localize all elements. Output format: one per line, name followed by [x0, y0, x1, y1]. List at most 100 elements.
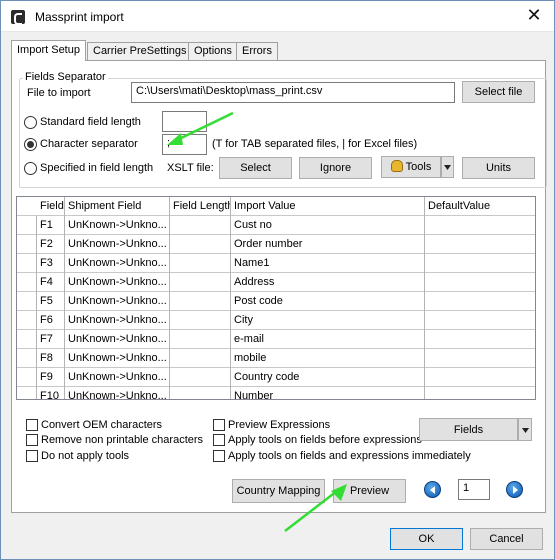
next-page-button[interactable] — [506, 481, 523, 498]
table-cell-shipment[interactable]: UnKnown->Unkno... — [65, 330, 170, 349]
field-mapping-grid[interactable]: Field Shipment Field Field Length Import… — [16, 196, 536, 400]
table-cell-length[interactable] — [170, 368, 231, 387]
table-cell-field[interactable]: F2 — [37, 235, 65, 254]
column-header-field-length[interactable]: Field Length — [170, 197, 231, 216]
character-separator-input[interactable]: ; — [162, 134, 207, 155]
table-cell-shipment[interactable]: UnKnown->Unkno... — [65, 368, 170, 387]
apply-tools-immediately-checkbox[interactable] — [213, 450, 225, 462]
units-button[interactable]: Units — [462, 157, 535, 179]
row-selector[interactable] — [17, 235, 37, 254]
table-row[interactable]: F4 UnKnown->Unkno... Address — [17, 273, 535, 292]
table-cell-shipment[interactable]: UnKnown->Unkno... — [65, 292, 170, 311]
column-header-import-value[interactable]: Import Value — [231, 197, 425, 216]
table-cell-default[interactable] — [425, 273, 535, 292]
table-row[interactable]: F1 UnKnown->Unkno... Cust no — [17, 216, 535, 235]
fields-dropdown-button[interactable] — [518, 418, 532, 441]
table-cell-field[interactable]: F4 — [37, 273, 65, 292]
row-selector[interactable] — [17, 330, 37, 349]
table-cell-default[interactable] — [425, 254, 535, 273]
table-cell-field[interactable]: F6 — [37, 311, 65, 330]
row-selector[interactable] — [17, 273, 37, 292]
row-selector[interactable] — [17, 387, 37, 399]
table-cell-field[interactable]: F3 — [37, 254, 65, 273]
column-header-default-value[interactable]: DefaultValue — [425, 197, 535, 216]
table-cell-import[interactable]: Name1 — [231, 254, 425, 273]
table-cell-shipment[interactable]: UnKnown->Unkno... — [65, 349, 170, 368]
table-cell-default[interactable] — [425, 349, 535, 368]
row-selector[interactable] — [17, 216, 37, 235]
table-cell-field[interactable]: F8 — [37, 349, 65, 368]
table-row[interactable]: F8 UnKnown->Unkno... mobile — [17, 349, 535, 368]
preview-button[interactable]: Preview — [333, 479, 406, 503]
tab-errors[interactable]: Errors — [236, 42, 278, 60]
table-cell-field[interactable]: F10 — [37, 387, 65, 399]
tab-carrier-presettings[interactable]: Carrier PreSettings — [87, 42, 193, 60]
xslt-select-button[interactable]: Select — [219, 157, 292, 179]
tab-import-setup[interactable]: Import Setup — [11, 40, 86, 61]
tools-dropdown-button[interactable] — [441, 156, 454, 178]
table-cell-shipment[interactable]: UnKnown->Unkno... — [65, 273, 170, 292]
apply-tools-before-checkbox[interactable] — [213, 434, 225, 446]
table-cell-default[interactable] — [425, 368, 535, 387]
cancel-button[interactable]: Cancel — [470, 528, 543, 550]
table-cell-length[interactable] — [170, 387, 231, 399]
preview-expressions-checkbox[interactable] — [213, 419, 225, 431]
table-cell-import[interactable]: Cust no — [231, 216, 425, 235]
table-row[interactable]: F9 UnKnown->Unkno... Country code — [17, 368, 535, 387]
table-cell-default[interactable] — [425, 330, 535, 349]
table-row[interactable]: F3 UnKnown->Unkno... Name1 — [17, 254, 535, 273]
tab-options[interactable]: Options — [188, 42, 238, 60]
table-cell-length[interactable] — [170, 292, 231, 311]
table-cell-import[interactable]: Number — [231, 387, 425, 399]
row-selector[interactable] — [17, 349, 37, 368]
table-cell-shipment[interactable]: UnKnown->Unkno... — [65, 216, 170, 235]
select-file-button[interactable]: Select file — [462, 81, 535, 103]
table-cell-import[interactable]: Post code — [231, 292, 425, 311]
table-cell-field[interactable]: F9 — [37, 368, 65, 387]
table-row[interactable]: F7 UnKnown->Unkno... e-mail — [17, 330, 535, 349]
table-cell-default[interactable] — [425, 235, 535, 254]
table-cell-shipment[interactable]: UnKnown->Unkno... — [65, 254, 170, 273]
row-selector[interactable] — [17, 368, 37, 387]
close-icon[interactable]: ✕ — [524, 6, 544, 26]
country-mapping-button[interactable]: Country Mapping — [232, 479, 325, 503]
table-cell-length[interactable] — [170, 273, 231, 292]
table-cell-field[interactable]: F7 — [37, 330, 65, 349]
table-cell-import[interactable]: e-mail — [231, 330, 425, 349]
column-header-shipment-field[interactable]: Shipment Field — [65, 197, 170, 216]
table-cell-length[interactable] — [170, 254, 231, 273]
specified-field-length-radio[interactable] — [24, 162, 37, 175]
table-row[interactable]: F2 UnKnown->Unkno... Order number — [17, 235, 535, 254]
convert-oem-checkbox[interactable] — [26, 419, 38, 431]
table-cell-length[interactable] — [170, 235, 231, 254]
table-cell-default[interactable] — [425, 311, 535, 330]
standard-field-length-input[interactable] — [162, 111, 207, 132]
xslt-ignore-button[interactable]: Ignore — [299, 157, 372, 179]
table-cell-shipment[interactable]: UnKnown->Unkno... — [65, 235, 170, 254]
table-cell-import[interactable]: Order number — [231, 235, 425, 254]
table-cell-import[interactable]: City — [231, 311, 425, 330]
remove-non-printable-checkbox[interactable] — [26, 434, 38, 446]
table-cell-length[interactable] — [170, 216, 231, 235]
table-row[interactable]: F10 UnKnown->Unkno... Number — [17, 387, 535, 399]
standard-field-length-radio[interactable] — [24, 116, 37, 129]
table-cell-default[interactable] — [425, 216, 535, 235]
table-cell-default[interactable] — [425, 387, 535, 399]
table-cell-shipment[interactable]: UnKnown->Unkno... — [65, 311, 170, 330]
column-header-field[interactable]: Field — [37, 197, 65, 216]
table-cell-field[interactable]: F5 — [37, 292, 65, 311]
table-cell-default[interactable] — [425, 292, 535, 311]
tools-button[interactable]: Tools — [381, 156, 441, 178]
row-selector[interactable] — [17, 254, 37, 273]
row-selector[interactable] — [17, 292, 37, 311]
table-cell-import[interactable]: Address — [231, 273, 425, 292]
ok-button[interactable]: OK — [390, 528, 463, 550]
previous-page-button[interactable] — [424, 481, 441, 498]
table-row[interactable]: F6 UnKnown->Unkno... City — [17, 311, 535, 330]
table-cell-import[interactable]: mobile — [231, 349, 425, 368]
page-number-input[interactable]: 1 — [458, 479, 490, 500]
character-separator-radio[interactable] — [24, 138, 37, 151]
table-cell-shipment[interactable]: UnKnown->Unkno... — [65, 387, 170, 399]
table-cell-length[interactable] — [170, 311, 231, 330]
table-row[interactable]: F5 UnKnown->Unkno... Post code — [17, 292, 535, 311]
